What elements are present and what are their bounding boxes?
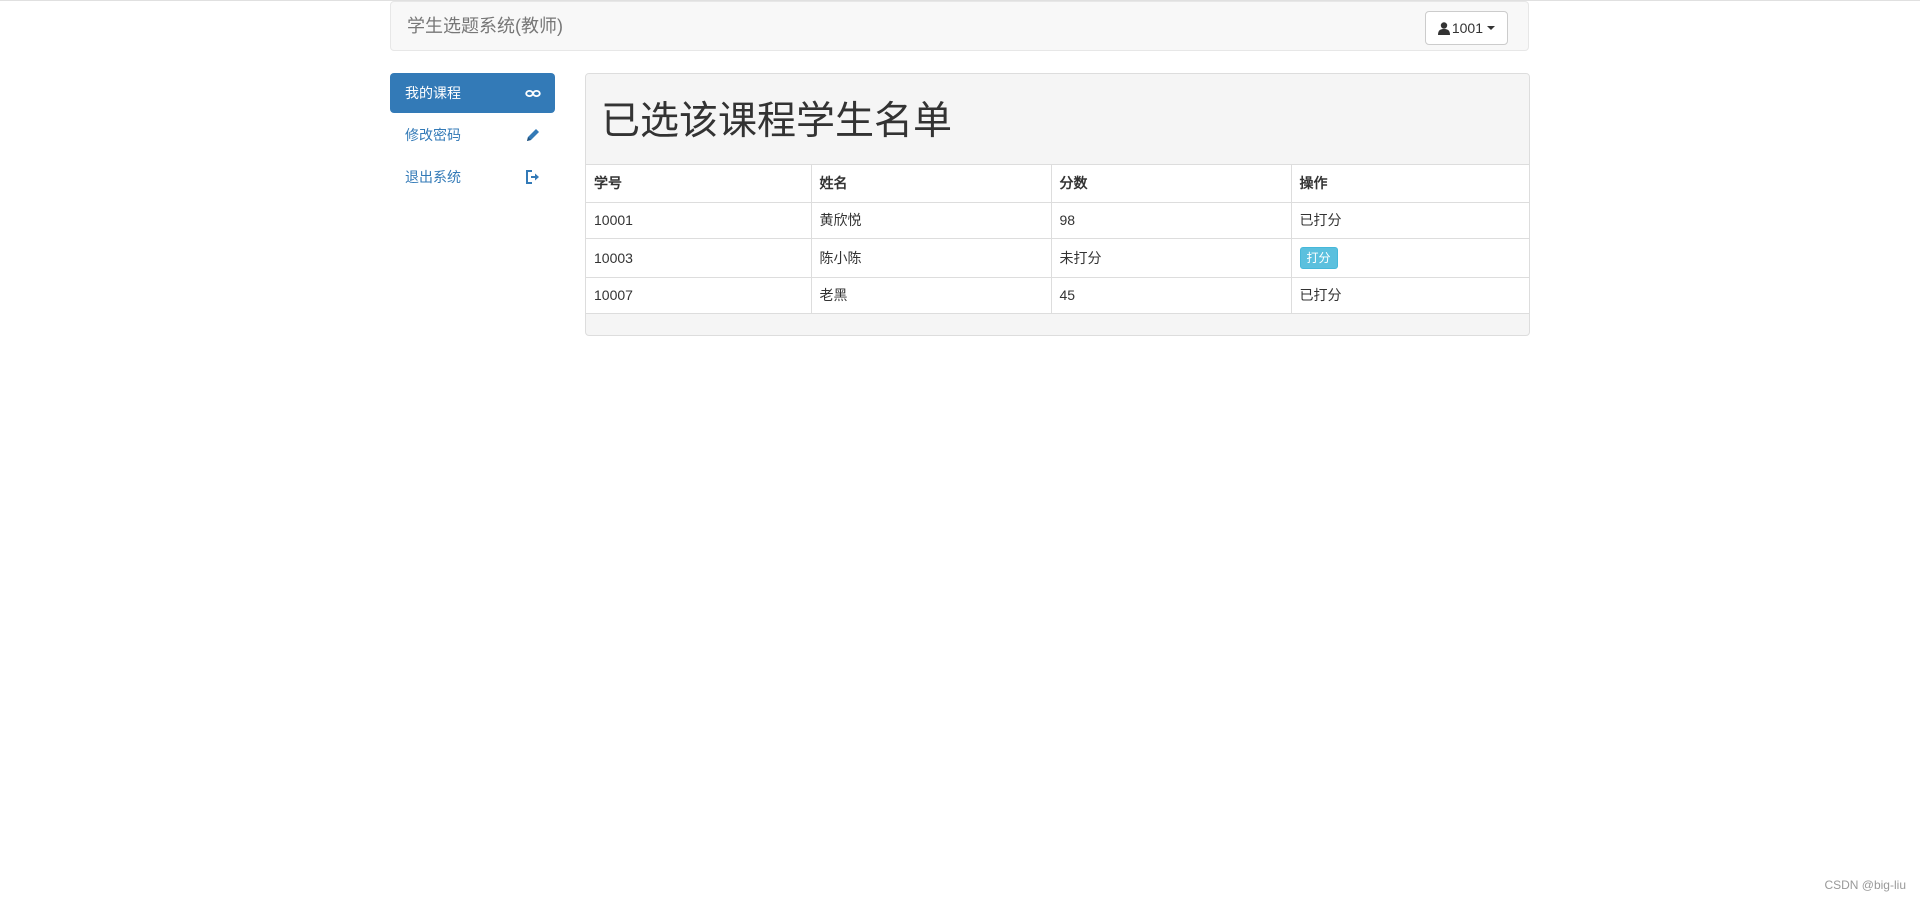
eye-glasses-icon [525,90,541,97]
cell-name: 黄欣悦 [811,202,1052,239]
sidebar-item-label: 退出系统 [405,169,461,185]
cell-action-status: 已打分 [1291,277,1529,314]
score-button[interactable]: 打分 [1299,246,1338,269]
user-dropdown-button[interactable]: 1001 [1424,11,1508,45]
student-table: 学号 姓名 分数 操作 10001 黄欣悦 98 已打分 10003 陈小陈 未… [586,165,1529,314]
student-list-panel: 已选该课程学生名单 学号 姓名 分数 操作 10001 黄欣悦 98 已打分 1… [585,73,1530,336]
cell-score: 未打分 [1051,238,1292,278]
caret-down-icon [1487,26,1495,30]
column-header-name: 姓名 [811,165,1052,203]
column-header-score: 分数 [1051,165,1292,203]
app-brand[interactable]: 学生选题系统(教师) [407,16,563,36]
table-row: 10007 老黑 45 已打分 [586,277,1529,314]
table-row: 10003 陈小陈 未打分 打分 [586,238,1529,278]
cell-score: 45 [1051,277,1292,314]
cell-action-status: 已打分 [1291,202,1529,239]
user-id-label: 1001 [1451,20,1483,36]
cell-action: 打分 [1291,238,1529,278]
pencil-icon [527,129,539,141]
watermark: CSDN @big-liu [1824,878,1906,892]
panel-heading: 已选该课程学生名单 [586,74,1529,165]
cell-student-id: 10007 [586,277,812,314]
sidebar-item-logout[interactable]: 退出系统 [390,157,555,197]
column-header-action: 操作 [1291,165,1529,203]
sidebar-item-change-password[interactable]: 修改密码 [390,115,555,155]
cell-name: 老黑 [811,277,1052,314]
sidebar-item-my-courses[interactable]: 我的课程 [390,73,555,113]
cell-student-id: 10003 [586,238,812,278]
user-icon [1437,21,1450,35]
sidebar-item-label: 我的课程 [405,85,461,101]
table-header-row: 学号 姓名 分数 操作 [586,165,1529,203]
page-title: 已选该课程学生名单 [601,100,953,143]
cell-student-id: 10001 [586,202,812,239]
table-row: 10001 黄欣悦 98 已打分 [586,202,1529,239]
column-header-student-id: 学号 [586,165,812,203]
cell-name: 陈小陈 [811,238,1052,278]
logout-icon [526,170,539,184]
cell-score: 98 [1051,202,1292,239]
top-navbar: 学生选题系统(教师) 1001 [390,1,1529,51]
sidebar-nav: 我的课程 修改密码 退出系统 [390,73,555,199]
sidebar-item-label: 修改密码 [405,127,461,143]
